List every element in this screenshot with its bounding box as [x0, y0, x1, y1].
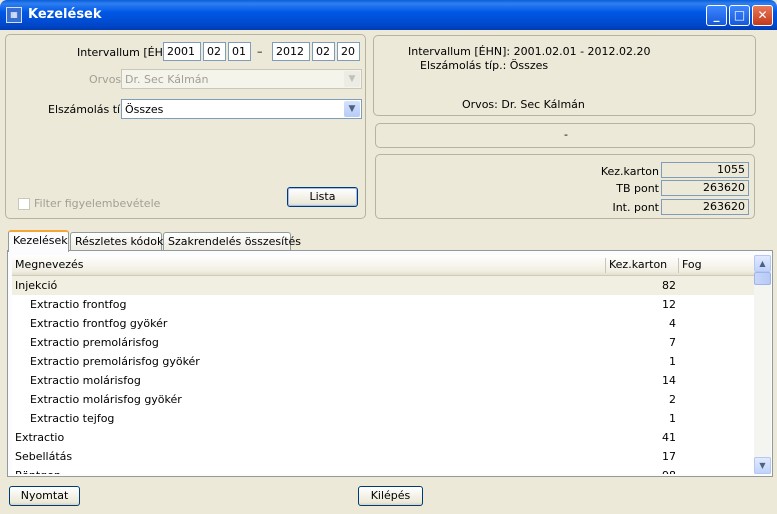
- settlement-label: Elszámolás típ.: [48, 103, 131, 116]
- stats-panel: Kez.karton 1055 TB pont 263620 Int. pont…: [375, 154, 755, 219]
- table-row[interactable]: Sebellátás 17: [12, 447, 754, 466]
- stat-label-intpont: Int. pont: [612, 201, 659, 214]
- row-name: Extractio premolárisfog: [30, 336, 159, 349]
- main-window: ▦ Kezelések _ □ ✕ Intervallum [ÉHN] 2001…: [0, 0, 777, 514]
- stat-value-intpont: 263620: [661, 199, 749, 215]
- row-name: Extractio frontfog gyökér: [30, 317, 168, 330]
- row-name: Röntgen: [15, 469, 61, 474]
- stat-value-tbpont: 263620: [661, 180, 749, 196]
- stat-value-kezkarton: 1055: [661, 162, 749, 178]
- print-button[interactable]: Nyomtat: [9, 486, 80, 506]
- maximize-icon[interactable]: □: [729, 5, 750, 26]
- doctor-value: Dr. Sec Kálmán: [125, 73, 209, 86]
- table-row[interactable]: Injekció 82: [12, 276, 754, 295]
- to-year-field[interactable]: 2012: [272, 42, 310, 61]
- tab-page: Megnevezés Kez.karton Fog Injekció 82 Extr…: [7, 250, 773, 477]
- table-row[interactable]: Extractio 41: [12, 428, 754, 447]
- from-month-field[interactable]: 02: [203, 42, 226, 61]
- row-count: 41: [662, 431, 676, 444]
- window-body: Intervallum [ÉHN] 2001 02 01 – 2012 02 2…: [3, 30, 774, 511]
- scroll-up-icon[interactable]: ▲: [754, 255, 771, 272]
- table-row[interactable]: Extractio molárisfog 14: [12, 371, 754, 390]
- table-row[interactable]: Extractio tejfog 1: [12, 409, 754, 428]
- grid-header: Megnevezés Kez.karton Fog: [12, 255, 754, 276]
- table-row[interactable]: Extractio molárisfog gyökér 2: [12, 390, 754, 409]
- row-name: Extractio: [15, 431, 65, 444]
- row-count: 17: [662, 450, 676, 463]
- row-name: Extractio premolárisfog gyökér: [30, 355, 200, 368]
- summary-settlement: Elszámolás típ.: Összes: [420, 59, 549, 72]
- to-month-field[interactable]: 02: [312, 42, 335, 61]
- summary-doctor: Orvos: Dr. Sec Kálmán: [462, 98, 585, 111]
- tab-kezelesek[interactable]: Kezelések: [8, 230, 69, 252]
- summary-interval: Intervallum [ÉHN]: 2001.02.01 - 2012.02.…: [408, 45, 651, 58]
- tab-szakrendeles-osszesites[interactable]: Szakrendelés összesítés: [163, 232, 301, 251]
- stat-label-kezkarton: Kez.karton: [600, 165, 659, 178]
- settlement-select[interactable]: Összes ▼: [121, 99, 362, 119]
- exit-button[interactable]: Kilépés: [358, 486, 423, 506]
- status-text: -: [564, 128, 568, 141]
- minimize-icon[interactable]: _: [706, 5, 727, 26]
- table-row[interactable]: Extractio frontfog gyökér 4: [12, 314, 754, 333]
- doctor-select: Dr. Sec Kálmán ▼: [121, 69, 362, 89]
- row-count: 4: [669, 317, 676, 330]
- stat-label-tbpont: TB pont: [616, 182, 659, 195]
- table-row[interactable]: Extractio premolárisfog 7: [12, 333, 754, 352]
- row-count: 2: [669, 393, 676, 406]
- summary-panel: Intervallum [ÉHN]: 2001.02.01 - 2012.02.…: [373, 35, 756, 116]
- from-year-field[interactable]: 2001: [163, 42, 201, 61]
- row-count: 12: [662, 298, 676, 311]
- filter-checkbox[interactable]: [18, 198, 30, 210]
- to-day-field[interactable]: 20: [337, 42, 360, 61]
- column-separator: [605, 258, 606, 273]
- chevron-down-icon: ▼: [344, 71, 360, 87]
- row-name: Extractio frontfog: [30, 298, 127, 311]
- from-day-field[interactable]: 01: [228, 42, 251, 61]
- row-count: 1: [669, 355, 676, 368]
- row-name: Extractio molárisfog gyökér: [30, 393, 182, 406]
- row-name: Extractio molárisfog: [30, 374, 141, 387]
- settlement-value: Összes: [125, 103, 164, 116]
- row-count: 82: [662, 279, 676, 292]
- app-icon: ▦: [6, 7, 22, 23]
- interval-dash: –: [257, 45, 263, 58]
- row-count: 7: [669, 336, 676, 349]
- window-title: Kezelések: [28, 7, 102, 22]
- interval-label: Intervallum [ÉHN]: [77, 46, 176, 59]
- row-name: Extractio tejfog: [30, 412, 115, 425]
- title-bar[interactable]: ▦ Kezelések _ □ ✕: [0, 0, 777, 30]
- tab-reszletes-kodok[interactable]: Részletes kódok: [70, 232, 163, 251]
- scroll-thumb[interactable]: [754, 272, 771, 285]
- row-count: 98: [662, 469, 676, 474]
- treatments-grid[interactable]: Megnevezés Kez.karton Fog Injekció 82 Extr…: [12, 255, 754, 474]
- close-icon[interactable]: ✕: [752, 5, 773, 26]
- filter-checkbox-label: Filter figyelembevétele: [34, 197, 161, 210]
- row-name: Injekció: [15, 279, 58, 292]
- table-row[interactable]: Extractio frontfog 12: [12, 295, 754, 314]
- table-row[interactable]: Röntgen 98: [12, 466, 754, 474]
- table-row[interactable]: Extractio premolárisfog gyökér 1: [12, 352, 754, 371]
- scroll-down-icon[interactable]: ▼: [754, 457, 771, 474]
- list-button[interactable]: Lista: [287, 187, 358, 207]
- chevron-down-icon[interactable]: ▼: [344, 101, 360, 117]
- vertical-scrollbar[interactable]: ▲ ▼: [754, 255, 771, 474]
- column-header-count[interactable]: Kez.karton: [609, 258, 667, 271]
- row-name: Sebellátás: [15, 450, 73, 463]
- column-header-tooth[interactable]: Fog: [682, 258, 702, 271]
- filter-panel: Intervallum [ÉHN] 2001 02 01 – 2012 02 2…: [5, 34, 366, 219]
- doctor-label: Orvos: [89, 73, 122, 86]
- row-count: 14: [662, 374, 676, 387]
- column-separator: [678, 258, 679, 273]
- row-count: 1: [669, 412, 676, 425]
- status-panel: -: [375, 123, 755, 148]
- column-header-name[interactable]: Megnevezés: [15, 258, 84, 271]
